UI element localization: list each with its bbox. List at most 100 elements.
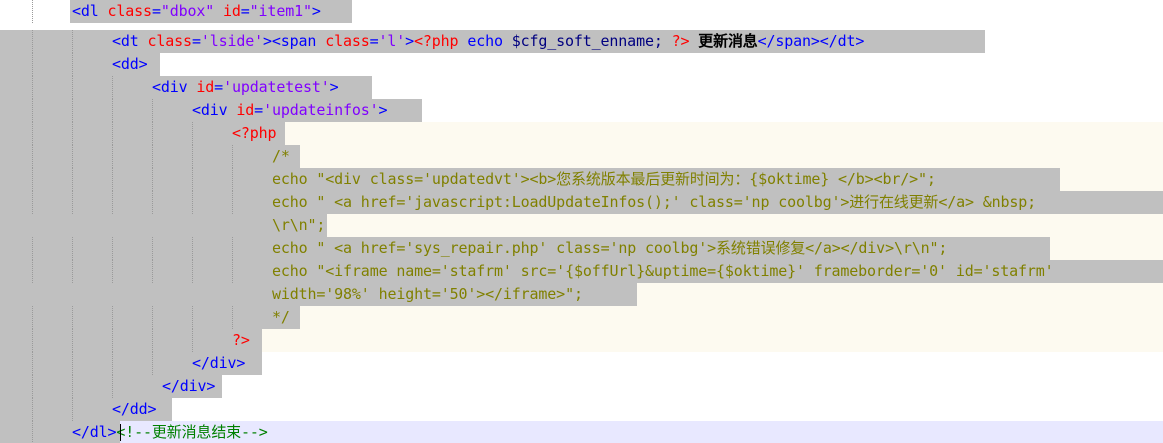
code-line[interactable]: </div> <box>0 375 1163 398</box>
code-token: > <box>263 32 272 50</box>
code-line[interactable]: \r\n"; <box>0 214 1163 237</box>
indent-guide <box>72 76 73 99</box>
indent-guide <box>192 122 193 145</box>
indent-guide <box>232 237 233 260</box>
code-line[interactable]: </dl><!--更新消息结束--> <box>0 421 1163 443</box>
indent-guide <box>112 168 113 191</box>
indent-guide <box>72 237 73 260</box>
code-line[interactable]: </div> <box>0 352 1163 375</box>
code-line[interactable]: echo " <a href='javascript:LoadUpdateInf… <box>0 191 1163 214</box>
code-token: > <box>329 78 339 96</box>
code-text: echo "<div class='updatedvt'><b>您系统版本最后更… <box>272 168 936 191</box>
code-line[interactable]: <div id='updatetest'> <box>0 76 1163 99</box>
code-token: class <box>147 32 193 50</box>
php-block-background <box>300 306 1163 329</box>
code-token: = <box>254 101 264 119</box>
indent-guide <box>72 352 73 375</box>
code-text: echo " <a href='javascript:LoadUpdateInf… <box>272 191 1036 214</box>
selection-highlight <box>0 145 300 168</box>
indent-guide <box>152 260 153 283</box>
code-text: </div> <box>192 352 245 375</box>
code-token: </dl> <box>72 423 117 441</box>
code-token: <dd> <box>112 55 148 73</box>
code-token: \r\n"; <box>272 216 326 234</box>
code-text: ?> <box>232 329 250 352</box>
indent-guide <box>32 99 33 122</box>
code-token: <!--更新消息结束--> <box>116 423 268 441</box>
code-line[interactable]: */ <box>0 306 1163 329</box>
php-block-background <box>300 145 1163 168</box>
code-line[interactable]: <?php <box>0 122 1163 145</box>
text-caret <box>120 424 121 441</box>
code-line[interactable]: echo "<div class='updatedvt'><b>您系统版本最后更… <box>0 168 1163 191</box>
code-text: echo "<iframe name='stafrm' src='{$offUr… <box>272 260 1054 283</box>
code-token: <span <box>271 32 326 50</box>
indent-guide <box>72 191 73 214</box>
code-line[interactable]: <dd> <box>0 53 1163 76</box>
code-text: </dl><!--更新消息结束--> <box>72 421 268 443</box>
indent-guide <box>152 352 153 375</box>
indent-guide <box>32 0 33 23</box>
indent-guide <box>32 168 33 191</box>
code-text: <div id='updateinfos'> <box>192 99 388 122</box>
indent-guide <box>32 421 33 443</box>
php-block-background <box>285 122 1163 145</box>
indent-guide <box>32 352 33 375</box>
indent-guide <box>192 237 193 260</box>
code-text: <?php <box>232 122 277 145</box>
code-token: > <box>378 101 388 119</box>
code-line[interactable]: echo "<iframe name='stafrm' src='{$offUr… <box>0 260 1163 283</box>
code-token: echo <box>467 32 512 50</box>
code-line[interactable]: </dd> <box>0 398 1163 421</box>
code-token: 'lside' <box>200 32 263 50</box>
indent-guide <box>152 237 153 260</box>
code-text: \r\n"; <box>272 214 325 237</box>
code-token: ?> <box>232 331 250 349</box>
indent-guide <box>32 76 33 99</box>
selection-highlight <box>0 306 300 329</box>
indent-guide <box>32 53 33 76</box>
indent-guide <box>112 76 113 99</box>
code-line[interactable]: echo " <a href='sys_repair.php' class='n… <box>0 237 1163 260</box>
indent-guide <box>32 122 33 145</box>
code-token: > <box>405 32 415 50</box>
code-token: = <box>240 2 250 20</box>
indent-guide <box>72 329 73 352</box>
code-line[interactable]: /* <box>0 145 1163 168</box>
php-block-background <box>327 214 1163 237</box>
indent-guide <box>72 375 73 398</box>
indent-guide <box>152 145 153 168</box>
code-token: echo "<div class='updatedvt'><b>您系统版本最后更… <box>272 170 936 188</box>
code-editor[interactable]: <dl class="dbox" id="item1"> <dt class='l… <box>0 0 1163 443</box>
indent-guide <box>32 398 33 421</box>
code-text: </div> <box>162 375 215 398</box>
indent-guide <box>192 191 193 214</box>
indent-guide <box>72 99 73 122</box>
indent-guide <box>192 329 193 352</box>
indent-guide <box>152 329 153 352</box>
code-token: echo "<iframe name='stafrm' src='{$offUr… <box>272 262 1054 280</box>
code-token: <div <box>152 78 197 96</box>
code-text: <dd> <box>112 53 148 76</box>
code-line[interactable]: <dl class="dbox" id="item1"> <box>0 0 1163 23</box>
code-token: id <box>236 101 255 119</box>
indent-guide <box>72 168 73 191</box>
code-token: = <box>214 78 224 96</box>
code-line[interactable]: <dt class='lside'><span class='l'><?php … <box>0 30 1163 53</box>
code-token: echo " <a href='javascript:LoadUpdateInf… <box>272 193 1037 211</box>
indent-guide <box>112 122 113 145</box>
indent-guide <box>112 375 113 398</box>
indent-guide <box>152 306 153 329</box>
code-line[interactable]: width='98%' height='50'></iframe>"; <box>0 283 1163 306</box>
indent-guide <box>112 260 113 283</box>
indent-guide <box>152 99 153 122</box>
php-block-background <box>262 329 1163 352</box>
code-token: <?php <box>414 32 468 50</box>
code-line[interactable]: ?> <box>0 329 1163 352</box>
indent-guide <box>32 191 33 214</box>
indent-guide <box>112 306 113 329</box>
code-line[interactable]: <div id='updateinfos'> <box>0 99 1163 122</box>
indent-guide <box>112 329 113 352</box>
code-token: ?> <box>671 32 690 50</box>
code-token: id <box>196 78 215 96</box>
